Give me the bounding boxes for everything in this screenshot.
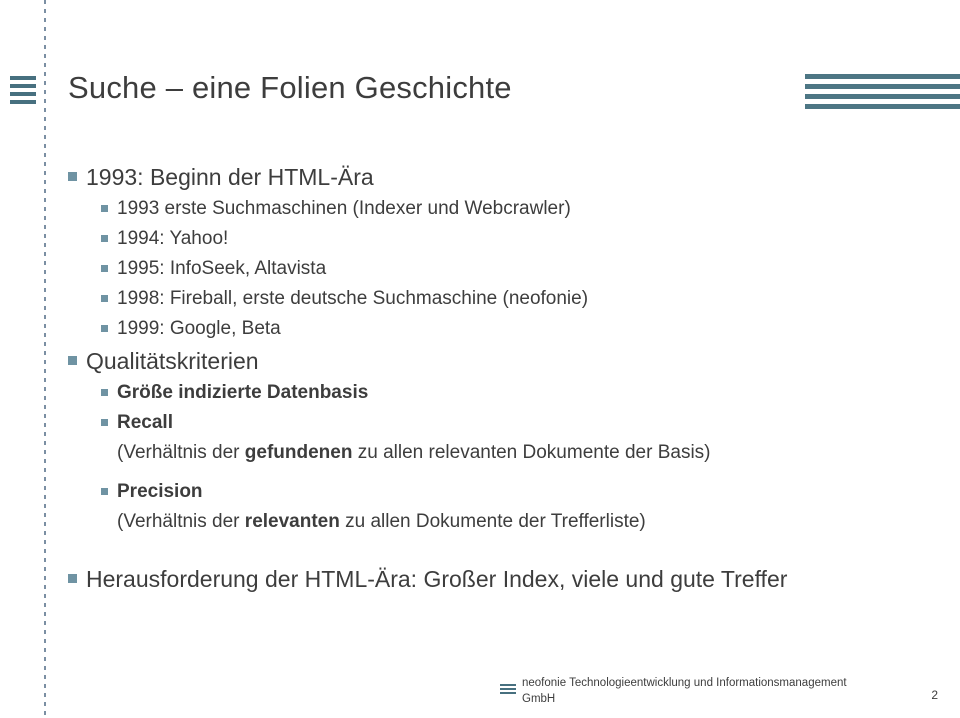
note-text-emphasis: relevanten (244, 511, 340, 532)
list-item-label: Größe indizierte Datenbasis (117, 382, 369, 403)
list-item: 1993 erste Suchmaschinen (Indexer und We… (101, 194, 918, 224)
list-item: Qualitätskriterien (68, 344, 918, 378)
list-item: Recall (101, 408, 918, 438)
square-bullet-icon (68, 574, 77, 583)
list-item-label: Precision (117, 481, 203, 502)
list-item-label: Qualitätskriterien (86, 348, 259, 374)
square-bullet-icon (101, 389, 108, 396)
square-bullet-icon (68, 356, 77, 365)
square-bullet-icon (101, 419, 108, 426)
page-number: 2 (931, 688, 938, 702)
note-text-emphasis: gefundenen (244, 442, 353, 463)
note-text-part: (Verhältnis der (117, 442, 245, 463)
list-item-label: 1994: Yahoo! (117, 228, 229, 249)
list-item: 1994: Yahoo! (101, 224, 918, 254)
list-item-label: 1999: Google, Beta (117, 318, 281, 339)
list-item-note: (Verhältnis der relevanten zu allen Doku… (117, 507, 918, 536)
note-text-part: zu allen Dokumente der Trefferliste) (339, 511, 646, 532)
square-bullet-icon (101, 295, 108, 302)
list-item: 1993: Beginn der HTML-Ära (68, 160, 918, 194)
page-title: Suche – eine Folien Geschichte (68, 70, 512, 105)
list-item-note: (Verhältnis der gefundenen zu allen rele… (117, 438, 918, 467)
square-bullet-icon (68, 172, 77, 181)
list-item: 1998: Fireball, erste deutsche Suchmasch… (101, 284, 918, 314)
list-item-label: Herausforderung der HTML-Ära: Großer Ind… (86, 566, 788, 592)
square-bullet-icon (101, 265, 108, 272)
list-item: Precision (101, 477, 918, 507)
list-item-label: Recall (117, 412, 173, 433)
left-dotted-rail (44, 0, 46, 718)
square-bullet-icon (101, 205, 108, 212)
list-item-label: 1993: Beginn der HTML-Ära (86, 164, 374, 190)
list-item: 1995: InfoSeek, Altavista (101, 254, 918, 284)
square-bullet-icon (101, 488, 108, 495)
footer-text: neofonie Technologieentwicklung und Info… (522, 675, 902, 707)
footer-logo-icon (500, 684, 516, 696)
footer-line-1: neofonie Technologieentwicklung und Info… (522, 677, 847, 689)
list-item: Herausforderung der HTML-Ära: Großer Ind… (68, 562, 918, 596)
header-decoration-bars (805, 74, 960, 109)
list-item-label: 1993 erste Suchmaschinen (Indexer und We… (117, 198, 571, 219)
square-bullet-icon (101, 325, 108, 332)
list-item-label: 1995: InfoSeek, Altavista (117, 258, 327, 279)
list-item-label: 1998: Fireball, erste deutsche Suchmasch… (117, 288, 589, 309)
list-item: 1999: Google, Beta (101, 314, 918, 344)
square-bullet-icon (101, 235, 108, 242)
stacked-bars-logo-icon (10, 76, 36, 104)
note-text-part: (Verhältnis der (117, 511, 245, 532)
footer-line-2: GmbH (522, 693, 556, 705)
slide-body: 1993: Beginn der HTML-Ära 1993 erste Suc… (68, 160, 918, 596)
list-item: Größe indizierte Datenbasis (101, 378, 918, 408)
note-text-part: zu allen relevanten Dokumente der Basis) (352, 442, 711, 463)
